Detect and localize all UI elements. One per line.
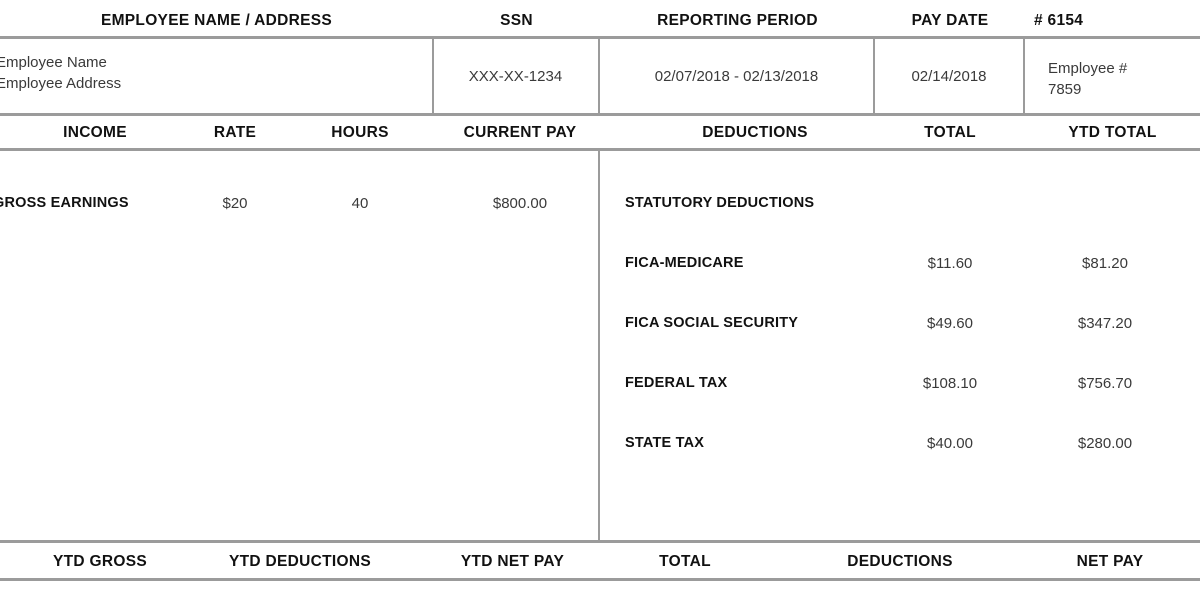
column-header-deductions: DEDUCTIONS: [702, 124, 808, 141]
column-header-employee-name-address: EMPLOYEE NAME / ADDRESS: [100, 12, 333, 29]
column-header-rate: RATE: [213, 124, 257, 141]
column-header-hours: HOURS: [331, 124, 389, 141]
employee-number-label: Employee #: [1048, 60, 1128, 77]
deductions-section-title: STATUTORY DEDUCTIONS: [625, 195, 815, 211]
footer-column-ytd-net-pay: YTD NET PAY: [460, 553, 565, 570]
column-header-check-number: # 6154: [1034, 12, 1084, 29]
footer-column-net-pay: NET PAY: [1076, 553, 1144, 570]
deduction-row-total: $40.00: [927, 435, 973, 452]
rule-below-footer: [0, 578, 1200, 581]
footer-column-total: TOTAL: [659, 553, 711, 570]
deduction-row-ytd-total: $347.20: [1077, 315, 1133, 332]
column-header-ytd-total: YTD TOTAL: [1068, 124, 1157, 141]
column-header-ssn: SSN: [500, 12, 533, 29]
rule-under-employee-row: [0, 113, 1200, 116]
income-row-rate: $20: [222, 195, 248, 212]
deduction-row-total: $108.10: [922, 375, 978, 392]
reporting-period-value: 02/07/2018 - 02/13/2018: [654, 68, 819, 85]
employee-number-value: 7859: [1048, 81, 1082, 98]
divider-paydate-empnum: [1023, 38, 1025, 113]
deduction-row-ytd-total: $756.70: [1077, 375, 1133, 392]
footer-column-ytd-gross: YTD GROSS: [53, 553, 147, 570]
employee-ssn: XXX-XX-1234: [468, 68, 563, 85]
deduction-row-total: $49.60: [927, 315, 973, 332]
footer-column-deductions: DEDUCTIONS: [847, 553, 953, 570]
employee-address: Employee Address: [0, 75, 122, 92]
paystub-document: EMPLOYEE NAME / ADDRESS SSN REPORTING PE…: [0, 0, 1200, 600]
column-header-reporting-period: REPORTING PERIOD: [657, 12, 818, 29]
pay-date-value: 02/14/2018: [911, 68, 987, 85]
rule-above-footer: [0, 540, 1200, 543]
rule-under-top-header: [0, 36, 1200, 39]
column-header-income: INCOME: [63, 124, 127, 141]
income-row-current-pay: $800.00: [492, 195, 548, 212]
deduction-row-ytd-total: $81.20: [1082, 255, 1128, 272]
deduction-row-ytd-total: $280.00: [1077, 435, 1133, 452]
column-header-pay-date: PAY DATE: [911, 12, 989, 29]
column-header-current-pay: CURRENT PAY: [463, 124, 577, 141]
employee-name: Employee Name: [0, 54, 107, 71]
rule-under-section-headers: [0, 148, 1200, 151]
income-row-hours: 40: [351, 195, 369, 212]
deduction-row-total: $11.60: [927, 255, 973, 272]
income-row-label: GROSS EARNINGS: [0, 195, 129, 211]
footer-column-ytd-deductions: YTD DEDUCTIONS: [229, 553, 371, 570]
column-header-total: TOTAL: [924, 124, 976, 141]
